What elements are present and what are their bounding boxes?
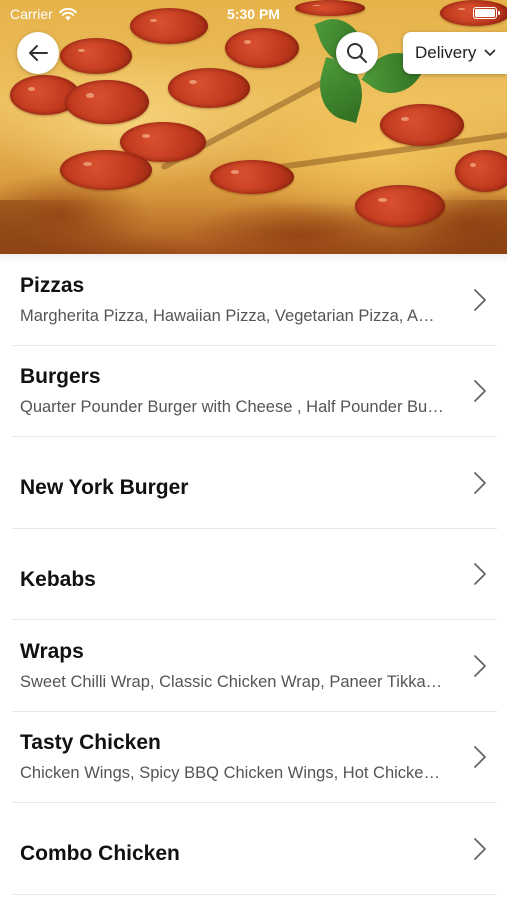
category-subtitle: Quarter Pounder Burger with Cheese , Hal… — [20, 398, 445, 417]
category-row-kebabs[interactable]: Kebabs — [0, 529, 507, 621]
arrow-left-icon — [29, 45, 48, 61]
category-title: Tasty Chicken — [20, 731, 161, 755]
chevron-right-icon — [474, 563, 486, 586]
category-row-burgers[interactable]: Burgers Quarter Pounder Burger with Chee… — [0, 346, 507, 438]
category-subtitle: Margherita Pizza, Hawaiian Pizza, Vegeta… — [20, 306, 445, 325]
status-time: 5:30 PM — [227, 6, 280, 22]
search-icon — [347, 43, 367, 63]
category-text: Wraps Sweet Chilli Wrap, Classic Chicken… — [20, 639, 445, 693]
category-title: Wraps — [20, 639, 84, 663]
chevron-down-icon — [485, 49, 496, 56]
pepperoni — [210, 160, 294, 194]
category-list: Pizzas Margherita Pizza, Hawaiian Pizza,… — [0, 254, 507, 895]
category-text: Kebabs — [20, 567, 445, 593]
category-row-pizzas[interactable]: Pizzas Margherita Pizza, Hawaiian Pizza,… — [0, 254, 507, 346]
search-button[interactable] — [336, 32, 378, 74]
category-row-combo-chicken[interactable]: Combo Chicken — [0, 803, 507, 895]
pepperoni — [60, 150, 152, 190]
chevron-right-icon — [474, 380, 486, 403]
pepperoni — [65, 80, 149, 124]
battery-icon — [473, 7, 500, 19]
category-row-new-york-burger[interactable]: New York Burger — [0, 437, 507, 529]
pepperoni — [168, 68, 250, 108]
category-row-wraps[interactable]: Wraps Sweet Chilli Wrap, Classic Chicken… — [0, 620, 507, 712]
category-text: New York Burger — [20, 475, 445, 501]
pizza-crust — [0, 200, 507, 254]
category-title: Burgers — [20, 365, 101, 389]
category-title: Combo Chicken — [20, 842, 180, 865]
delivery-selector[interactable]: Delivery — [403, 32, 507, 74]
pepperoni — [60, 38, 132, 74]
category-subtitle: Chicken Wings, Spicy BBQ Chicken Wings, … — [20, 764, 445, 783]
back-button[interactable] — [17, 32, 59, 74]
pepperoni — [455, 150, 507, 192]
pepperoni — [380, 104, 464, 146]
pepperoni — [225, 28, 299, 68]
category-text: Burgers Quarter Pounder Burger with Chee… — [20, 364, 445, 418]
category-title: Kebabs — [20, 567, 96, 591]
chevron-right-icon — [474, 288, 486, 311]
category-text: Pizzas Margherita Pizza, Hawaiian Pizza,… — [20, 273, 445, 327]
category-subtitle: Sweet Chilli Wrap, Classic Chicken Wrap,… — [20, 672, 445, 691]
category-title: New York Burger — [20, 476, 189, 499]
category-row-tasty-chicken[interactable]: Tasty Chicken Chicken Wings, Spicy BBQ C… — [0, 712, 507, 804]
delivery-label: Delivery — [415, 43, 477, 62]
chevron-right-icon — [474, 654, 486, 677]
category-text: Combo Chicken — [20, 841, 445, 867]
status-bar: Carrier 5:30 PM — [0, 0, 507, 28]
chevron-right-icon — [474, 837, 486, 860]
chevron-right-icon — [474, 471, 486, 494]
category-title: Pizzas — [20, 273, 85, 297]
chevron-right-icon — [474, 746, 486, 769]
category-text: Tasty Chicken Chicken Wings, Spicy BBQ C… — [20, 730, 445, 784]
